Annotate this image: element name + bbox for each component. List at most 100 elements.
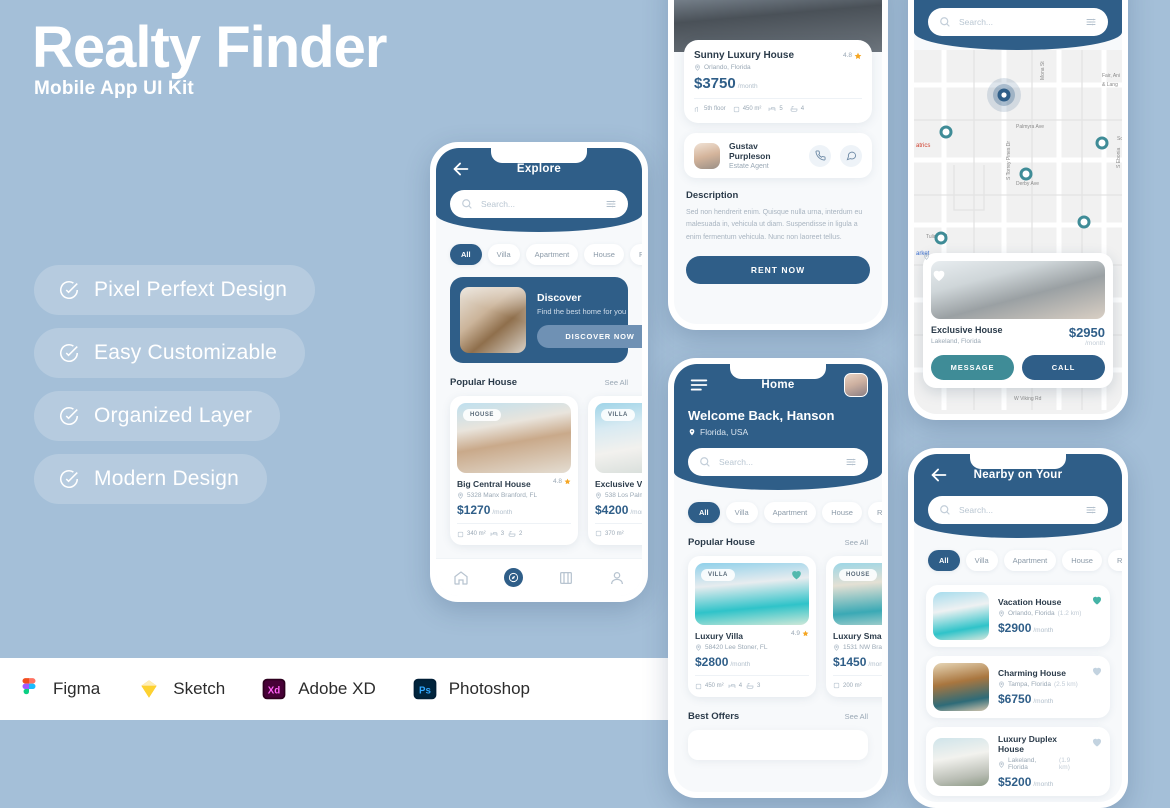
- discover-now-button[interactable]: DISCOVER NOW: [537, 325, 642, 348]
- rating-value: 4.9: [790, 629, 800, 637]
- page-title: Realty Finder: [32, 15, 387, 80]
- area-icon: [833, 682, 840, 689]
- feature-baths: 3: [746, 682, 760, 690]
- message-button[interactable]: MESSAGE: [931, 355, 1014, 380]
- phone-icon[interactable]: [809, 144, 831, 167]
- home-icon[interactable]: [453, 570, 469, 586]
- feature-pill: Easy Customizable: [34, 328, 306, 378]
- phone-notch: [730, 364, 826, 379]
- sliders-icon[interactable]: [845, 456, 857, 468]
- chip-house[interactable]: House: [1062, 550, 1102, 571]
- chip-villa[interactable]: Villa: [725, 502, 758, 523]
- arrow-left-icon[interactable]: [450, 158, 472, 180]
- chip-apartment[interactable]: Apartment: [525, 244, 579, 265]
- avatar: [694, 142, 720, 169]
- agent-name: Gustav Purpleson: [729, 141, 771, 161]
- software-item-adobe-xd: Xd Adobe XD: [261, 676, 376, 702]
- phone-detail: Sunny Luxury House 4.8 Orlando, Florida …: [668, 0, 888, 330]
- heart-icon[interactable]: [1091, 594, 1103, 606]
- price-period: /month: [1033, 698, 1054, 705]
- feature-label: Pixel Perfext Design: [94, 278, 288, 301]
- book-icon[interactable]: [558, 570, 574, 586]
- area-icon: [733, 106, 739, 112]
- heart-icon[interactable]: [1091, 665, 1103, 677]
- feature-value: 450 m²: [742, 106, 762, 112]
- chip-room[interactable]: Room: [629, 244, 642, 265]
- star-icon: [854, 52, 862, 59]
- chip-house[interactable]: House: [822, 502, 862, 523]
- property-card[interactable]: VILLA Luxury Villa 4.9 58420 Lee Stoner,…: [688, 556, 816, 697]
- svg-text:Xd: Xd: [268, 685, 281, 696]
- profile-icon[interactable]: [609, 570, 625, 586]
- search-bar[interactable]: Search...: [450, 190, 628, 218]
- chip-house[interactable]: House: [584, 244, 624, 265]
- chip-room[interactable]: Room: [1107, 550, 1122, 571]
- search-bar[interactable]: Search...: [928, 496, 1108, 524]
- bath-icon: [790, 106, 798, 112]
- search-input[interactable]: Search...: [959, 505, 1077, 515]
- feature-value: 3: [757, 683, 761, 689]
- arrow-left-icon[interactable]: [928, 464, 950, 486]
- discover-subtitle: Find the best home for you: [537, 307, 627, 316]
- svg-text:S Torrey Pines Dr: S Torrey Pines Dr: [1006, 141, 1012, 180]
- chat-bubble-icon[interactable]: [840, 144, 862, 167]
- software-compatibility-bar: Figma Sketch Xd Adobe XD Ps Photoshop: [0, 658, 670, 720]
- rating-value: 4.8: [842, 52, 852, 59]
- check-circle-icon: [60, 343, 79, 363]
- user-location: Florida, USA: [688, 427, 868, 437]
- chip-all[interactable]: All: [688, 502, 720, 523]
- rating-value: 4.8: [552, 477, 562, 485]
- property-price: $5200/month: [998, 775, 1082, 789]
- map-view[interactable]: Mona St S Torrey Pines Dr S Torrey Palmy…: [914, 50, 1122, 414]
- chip-all[interactable]: All: [450, 244, 482, 265]
- see-all-link[interactable]: See All: [845, 712, 868, 721]
- list-item[interactable]: Luxury Duplex House Lakeland, Florida (1…: [926, 727, 1110, 796]
- property-card[interactable]: HOUSE Big Central House 4.8 5328 Manx Br…: [450, 396, 578, 545]
- search-bar[interactable]: Search...: [688, 448, 868, 476]
- current-location-marker: [987, 78, 1021, 112]
- heart-icon[interactable]: [790, 568, 803, 581]
- chip-apartment[interactable]: Apartment: [1003, 550, 1057, 571]
- feature-value: 200 m²: [843, 682, 862, 689]
- property-location: Lakeland, Florida (1.9 km): [998, 757, 1082, 771]
- chip-apartment[interactable]: Apartment: [763, 502, 817, 523]
- property-name: Big Central House: [457, 479, 531, 489]
- sliders-icon[interactable]: [1085, 504, 1097, 516]
- see-all-link[interactable]: See All: [845, 538, 868, 547]
- chip-villa[interactable]: Villa: [965, 550, 998, 571]
- call-button[interactable]: CALL: [1022, 355, 1105, 380]
- chip-villa[interactable]: Villa: [487, 244, 520, 265]
- compass-icon[interactable]: [504, 568, 524, 587]
- rent-now-button[interactable]: RENT NOW: [686, 255, 870, 284]
- avatar[interactable]: [844, 373, 868, 397]
- search-input[interactable]: Search...: [481, 199, 597, 209]
- location-pin-icon: [924, 253, 929, 260]
- search-input[interactable]: Search...: [959, 17, 1077, 27]
- price-period: /month: [1033, 627, 1054, 634]
- hamburger-menu-icon[interactable]: [688, 374, 710, 396]
- property-card[interactable]: VILLA Exclusive Villa 538 Los Palm $4200…: [588, 396, 642, 545]
- property-thumbnail: [933, 663, 989, 711]
- feature-baths: 4: [790, 105, 804, 113]
- search-input[interactable]: Search...: [719, 457, 837, 467]
- search-bar[interactable]: Search...: [928, 8, 1108, 36]
- screen-title: Home: [761, 379, 795, 391]
- list-item[interactable]: Charming House Tampa, Florida (2.5 km) $…: [926, 656, 1110, 718]
- heart-icon[interactable]: [1091, 736, 1103, 748]
- see-all-link[interactable]: See All: [605, 378, 628, 387]
- sliders-icon[interactable]: [1085, 16, 1097, 28]
- chip-room[interactable]: Room: [867, 502, 882, 523]
- search-icon: [700, 457, 710, 467]
- sliders-icon[interactable]: [605, 198, 617, 210]
- property-location: Orlando, Florida: [694, 64, 862, 71]
- best-offers-placeholder-card[interactable]: [688, 730, 868, 760]
- property-location: 58420 Lee Stoner, FL: [695, 644, 809, 651]
- category-chips: All Villa Apartment House Room: [674, 490, 882, 523]
- bath-icon: [746, 683, 754, 689]
- popular-house-section-header: Popular House See All: [674, 523, 882, 556]
- chip-all[interactable]: All: [928, 550, 960, 571]
- list-item[interactable]: Vacation House Orlando, Florida (1.2 km)…: [926, 585, 1110, 647]
- heart-icon[interactable]: [931, 267, 947, 283]
- svg-text:Sch: Sch: [1117, 136, 1122, 142]
- property-card[interactable]: HOUSE Luxury Smart 1531 NW Bra $1450/mon…: [826, 556, 882, 697]
